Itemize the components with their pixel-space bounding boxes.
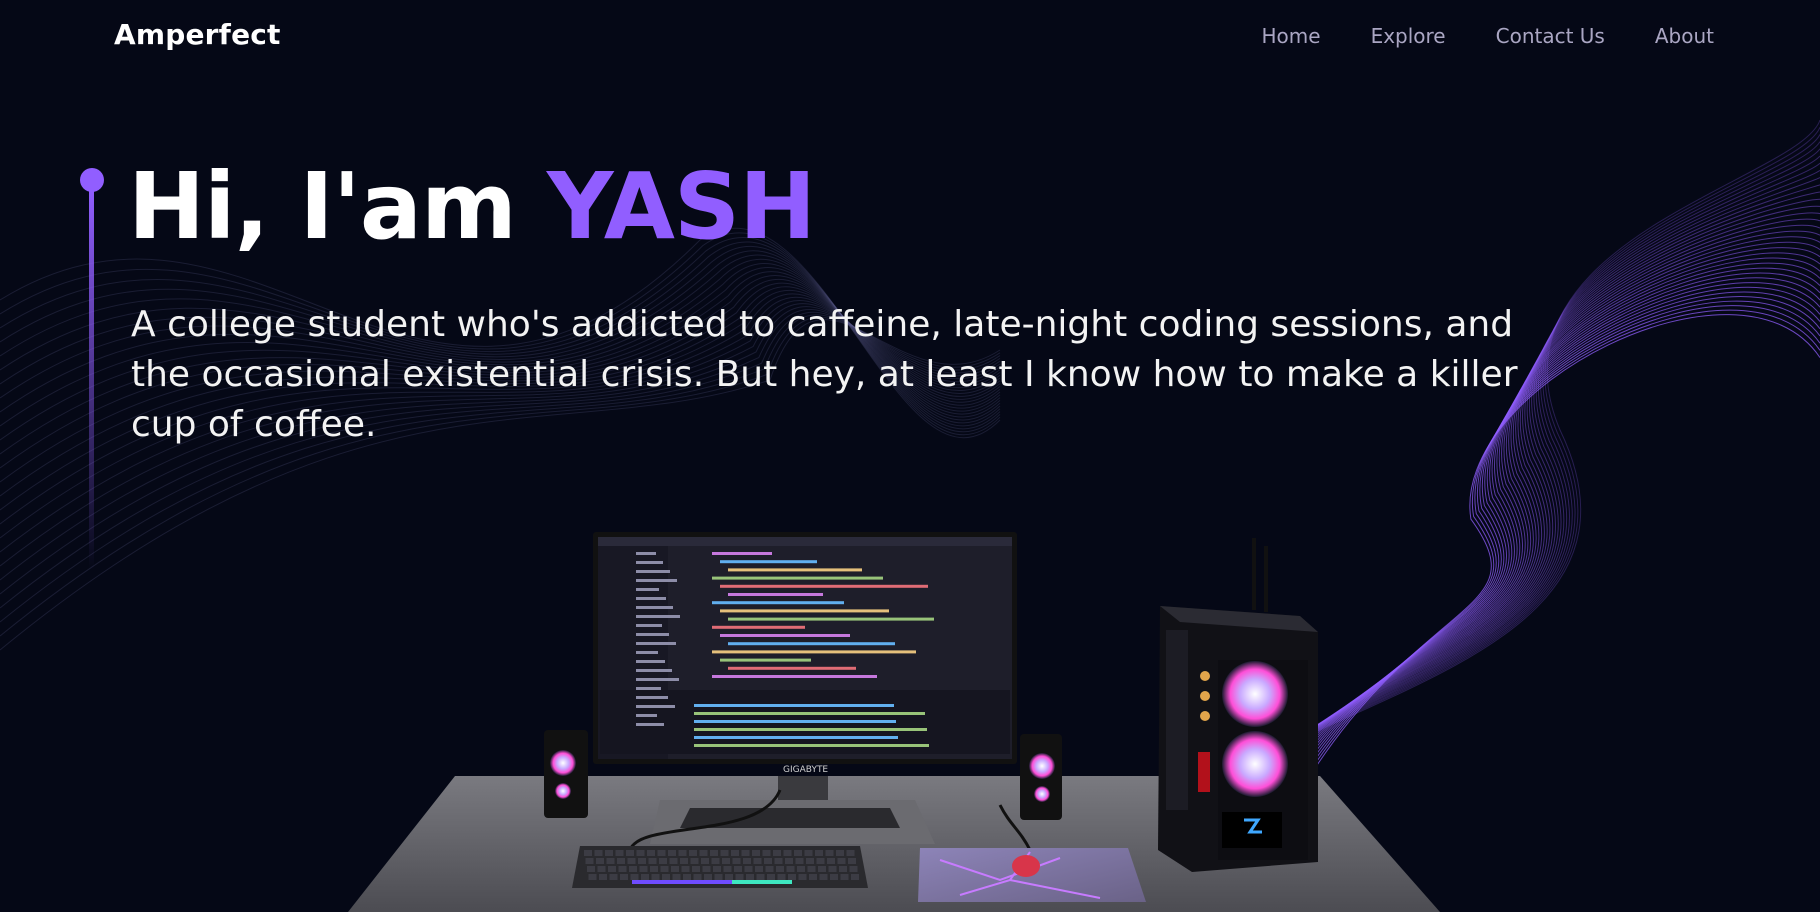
accent-dot xyxy=(80,168,104,192)
pc-case xyxy=(1158,538,1318,872)
nav-link-explore[interactable]: Explore xyxy=(1371,24,1446,48)
computer-setup-scene: GIGABYTE xyxy=(348,532,1440,912)
hero-name: YASH xyxy=(546,153,816,260)
nav-link-about[interactable]: About xyxy=(1655,24,1714,48)
keyboard xyxy=(572,846,868,888)
case-fan-top xyxy=(1222,661,1288,727)
nav-links: Home Explore Contact Us About xyxy=(1262,24,1715,48)
hero-subtitle: A college student who's addicted to caff… xyxy=(131,304,1518,445)
monitor-brand-label: GIGABYTE xyxy=(783,765,828,775)
case-fan-bottom xyxy=(1222,731,1288,797)
accent-line xyxy=(89,190,94,570)
logo[interactable]: Amperfect xyxy=(114,18,281,51)
navbar: Amperfect Home Explore Contact Us About xyxy=(0,0,1820,80)
left-speaker xyxy=(544,730,588,818)
hero-title: Hi, I'am YASH xyxy=(128,153,816,260)
mouse xyxy=(1012,855,1040,877)
mousepad xyxy=(918,848,1146,902)
nav-link-contact-us[interactable]: Contact Us xyxy=(1496,24,1605,48)
hero-greeting: Hi, I'am xyxy=(128,153,547,260)
right-speaker xyxy=(1020,734,1062,820)
nav-link-home[interactable]: Home xyxy=(1262,24,1321,48)
